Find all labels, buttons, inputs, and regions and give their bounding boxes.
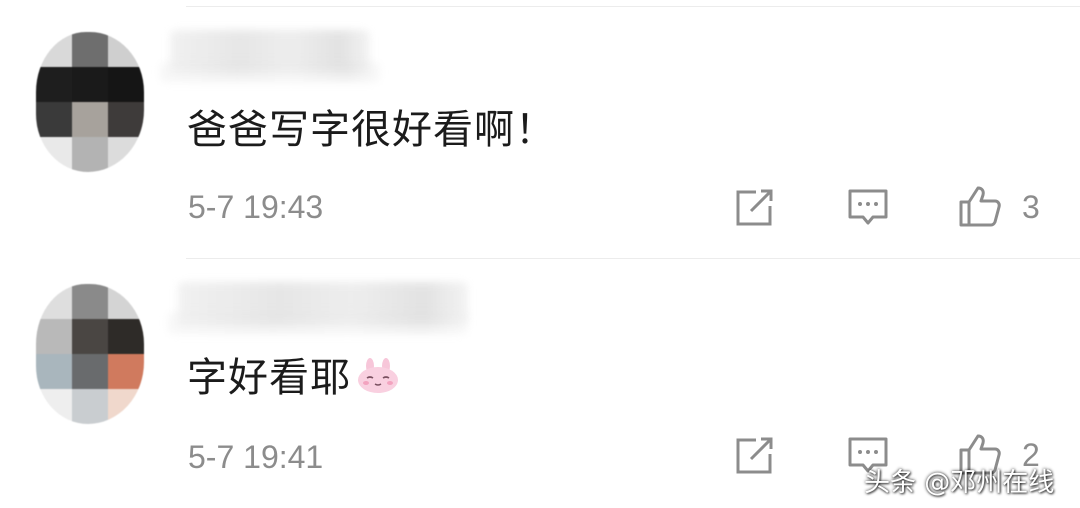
share-edit-icon[interactable] [732,434,776,478]
comment-text-content: 字好看耶 [187,355,351,401]
username-blurred-shadow [168,312,468,334]
username-blurred-shadow [160,62,380,82]
comment-timestamp: 5-7 19:41 [188,439,324,475]
avatar[interactable] [36,32,144,172]
comment-timestamp: 5-7 19:43 [188,189,324,225]
top-divider [186,6,1080,7]
reply-comment-icon[interactable] [846,186,890,230]
comment-text: 字好看耶 [187,354,401,402]
avatar[interactable] [36,284,144,424]
comment-text: 爸爸写字很好看啊！ [187,107,556,153]
share-edit-icon[interactable] [732,186,776,230]
thumbs-up-icon[interactable] [958,184,1002,228]
comment-divider [186,258,1080,259]
like-count: 3 [1022,189,1040,225]
watermark: 头条 @邓州在线 [864,468,1055,498]
bunny-emoji-icon [358,358,398,393]
